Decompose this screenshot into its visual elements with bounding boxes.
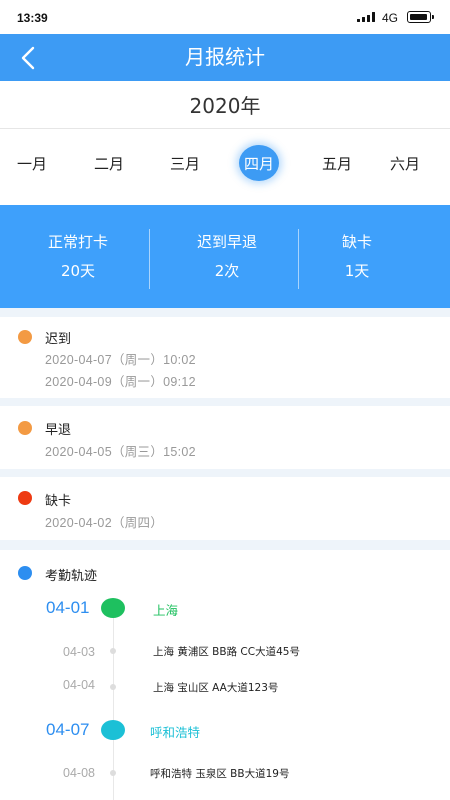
- track-date: 04-01: [46, 598, 90, 617]
- early-status-dot: [18, 421, 32, 435]
- section-gap: [0, 308, 450, 317]
- page-title: 月报统计: [185, 45, 265, 69]
- missing-record: 2020-04-02（周四）: [45, 516, 164, 530]
- summary-value: 2次: [214, 262, 240, 280]
- summary-normal: 正常打卡 20天: [3, 205, 153, 308]
- timeline-node: [101, 720, 125, 740]
- track-sub-date: 04-08: [63, 766, 95, 780]
- year-selector[interactable]: 2020年: [0, 81, 450, 129]
- timeline-point: [110, 770, 116, 776]
- tab-month-3[interactable]: 三月: [155, 129, 215, 205]
- month-tabs: 一月 二月 三月 四月 五月 六月: [0, 129, 450, 205]
- divider: [149, 229, 150, 289]
- track-address: 上海 宝山区 AA大道123号: [153, 682, 279, 694]
- track-city: 呼和浩特: [150, 725, 201, 740]
- month-label: 一月: [16, 155, 47, 173]
- back-arrow-icon[interactable]: [14, 43, 44, 73]
- early-title: 早退: [45, 423, 72, 438]
- track-sub-date: 04-03: [63, 645, 95, 659]
- status-time: 13:39: [17, 11, 48, 25]
- tab-month-4[interactable]: 四月: [229, 129, 289, 205]
- attendance-track: 考勤轨迹 04-01 上海 04-03 上海 黄浦区 BB路 CC大道45号 0…: [0, 550, 450, 800]
- track-address: 呼和浩特 玉泉区 BB大道19号: [150, 768, 290, 780]
- battery-icon: [407, 11, 434, 23]
- month-label: 五月: [321, 155, 352, 173]
- summary-label: 正常打卡: [47, 233, 108, 251]
- summary-label: 缺卡: [341, 233, 372, 251]
- late-record: 2020-04-09（周一）09:12: [45, 375, 196, 389]
- status-bar: 13:39 4G: [0, 0, 450, 34]
- timeline-point: [110, 684, 116, 690]
- early-record: 2020-04-05（周三）15:02: [45, 445, 196, 459]
- late-status-dot: [18, 330, 32, 344]
- summary-value: 20天: [60, 262, 96, 280]
- tab-month-2[interactable]: 二月: [79, 129, 139, 205]
- track-address: 上海 黄浦区 BB路 CC大道45号: [153, 646, 300, 658]
- track-city: 上海: [153, 603, 179, 618]
- tab-month-6[interactable]: 六月: [375, 129, 435, 205]
- section-gap: [0, 469, 450, 477]
- nav-bar: 月报统计: [0, 34, 450, 81]
- summary-label: 迟到早退: [196, 233, 257, 251]
- month-label: 四月: [243, 155, 274, 173]
- missing-status-dot: [18, 491, 32, 505]
- section-gap: [0, 540, 450, 550]
- track-date: 04-07: [46, 720, 90, 739]
- summary-late-early: 迟到早退 2次: [152, 205, 302, 308]
- month-label: 六月: [389, 155, 420, 173]
- month-label: 三月: [169, 155, 200, 173]
- track-title: 考勤轨迹: [45, 569, 98, 584]
- summary-missing: 缺卡 1天: [282, 205, 432, 308]
- tab-month-5[interactable]: 五月: [307, 129, 367, 205]
- track-status-dot: [18, 566, 32, 580]
- section-gap: [0, 398, 450, 406]
- missing-title: 缺卡: [45, 494, 72, 509]
- network-label: 4G: [382, 11, 399, 25]
- timeline-point: [110, 648, 116, 654]
- late-record: 2020-04-07（周一）10:02: [45, 353, 196, 367]
- timeline-node: [101, 598, 125, 618]
- month-label: 二月: [93, 155, 124, 173]
- track-sub-date: 04-04: [63, 678, 95, 692]
- missing-card: 缺卡 2020-04-02（周四）: [0, 477, 450, 540]
- early-leave-card: 早退 2020-04-05（周三）15:02: [0, 406, 450, 469]
- signal-icon: [357, 12, 377, 22]
- tab-month-1[interactable]: 一月: [2, 129, 62, 205]
- late-title: 迟到: [45, 332, 72, 347]
- summary-value: 1天: [344, 262, 370, 280]
- summary-panel: 正常打卡 20天 迟到早退 2次 缺卡 1天: [0, 205, 450, 308]
- late-records-card: 迟到 2020-04-07（周一）10:02 2020-04-09（周一）09:…: [0, 317, 450, 398]
